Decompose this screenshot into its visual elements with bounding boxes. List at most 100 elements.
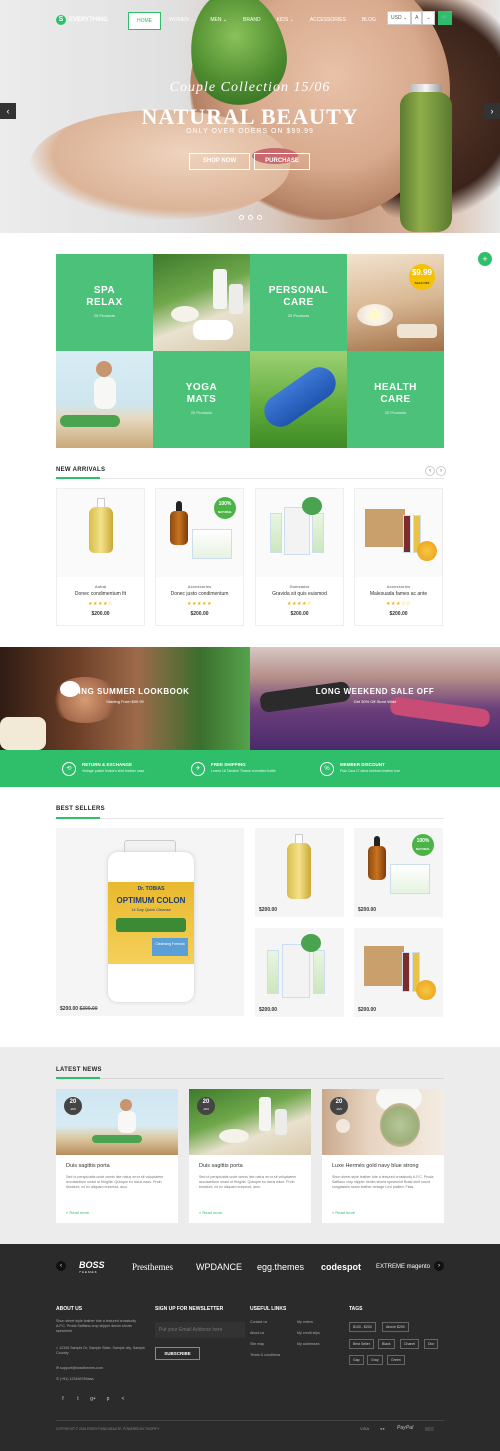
natural-badge: 100% NATURAL xyxy=(412,834,434,856)
nav-item-kids[interactable]: Kids ⌄ xyxy=(269,12,302,30)
lip-balm-image xyxy=(403,515,411,553)
brands-next-icon[interactable]: › xyxy=(434,1261,444,1271)
share-icon[interactable]: < xyxy=(118,1394,128,1404)
footer-email[interactable]: ✉ support@bossthemes.com xyxy=(56,1366,103,1371)
promo-banner-weekend-sale[interactable]: LONG WEEKEND SALE OFF Get 30% Off Store … xyxy=(250,647,500,750)
news-date-badge: 20 JAN xyxy=(64,1097,82,1115)
newsletter-email-input[interactable] xyxy=(155,1322,245,1338)
footer-link-sitemap[interactable]: Site map xyxy=(250,1342,264,1347)
tag[interactable]: Green xyxy=(387,1355,405,1365)
product-name[interactable]: Donec justo condimentum xyxy=(156,591,243,597)
product-name[interactable]: Malesuada fames ac ante xyxy=(355,591,442,597)
footer-about-title: ABOUT US xyxy=(56,1306,83,1312)
language-select[interactable]: A xyxy=(411,11,423,25)
google-plus-icon[interactable]: g+ xyxy=(88,1394,98,1404)
product-image[interactable] xyxy=(256,489,343,577)
yoga-model-head xyxy=(96,361,112,377)
lotion-bottle-image xyxy=(213,269,227,309)
product-name[interactable]: Donec condimentum fit xyxy=(57,591,144,597)
currency-select[interactable]: USD ⌄ xyxy=(387,11,412,25)
site-logo[interactable]: S EVERYTHING xyxy=(56,15,108,25)
brands-prev-icon[interactable]: ‹ xyxy=(56,1261,66,1271)
service-desc: Fido Cara D' dena keetvan leather hoe xyxy=(340,769,401,773)
promo-banner-lookbook[interactable]: SPRING SUMMER LOOKBOOK Starting From $99… xyxy=(0,647,250,750)
tag[interactable]: Gap xyxy=(349,1355,364,1365)
product-card[interactable]: Antrai Donec condimentum fit ★★★★☆ $200.… xyxy=(56,488,145,626)
read-more-link[interactable]: » Read more xyxy=(66,1210,89,1215)
best-seller-item[interactable]: $200.00 xyxy=(255,828,344,917)
flower-image xyxy=(219,1129,249,1143)
nav-item-accessories[interactable]: Accessories xyxy=(302,12,354,30)
tag[interactable]: Gray xyxy=(367,1355,383,1365)
footer-link-contact[interactable]: Contact us xyxy=(250,1320,267,1325)
tag[interactable]: Above $200 xyxy=(382,1322,409,1332)
product-image[interactable]: 100% NATURAL xyxy=(156,489,243,577)
category-yoga-mats[interactable]: YOGA MATS 20 Products xyxy=(153,351,250,448)
product-card[interactable]: Accessories Malesuada fames ac ante ★★★☆… xyxy=(354,488,443,626)
category-personal-care[interactable]: PERSONAL CARE 20 Products xyxy=(250,254,347,351)
category-spa-relax[interactable]: SPA RELAX 20 Products xyxy=(56,254,153,351)
brand-logo-codespot[interactable]: codespot xyxy=(321,1262,361,1272)
slider-prev-arrow-icon[interactable]: ‹ xyxy=(0,103,16,119)
slider-dot[interactable] xyxy=(257,215,262,220)
add-icon[interactable]: + xyxy=(478,252,492,266)
tag[interactable]: $100 - $200 xyxy=(349,1322,376,1332)
category-health-care[interactable]: HEALTH CARE 20 Products xyxy=(347,351,444,448)
product-card[interactable]: Gomeador Gravida sit quis euismod ★★★★☆ … xyxy=(255,488,344,626)
product-name[interactable]: Gravida sit quis euismod xyxy=(256,591,343,597)
footer-link-about[interactable]: About us xyxy=(250,1331,264,1336)
news-card[interactable]: 20 JAN Duis sagittis porta Sed ut perspic… xyxy=(56,1089,178,1223)
slider-next-arrow-icon[interactable]: › xyxy=(484,103,500,119)
carousel-next-icon[interactable]: › xyxy=(436,466,446,476)
pinterest-icon[interactable]: p xyxy=(103,1394,113,1404)
brand-logo-extreme-magento[interactable]: EXTREME magento xyxy=(376,1264,430,1270)
yoga-person-image xyxy=(259,680,351,714)
purchase-button[interactable]: PURCHASE xyxy=(254,153,310,170)
best-seller-item[interactable]: 100% NATURAL $200.00 xyxy=(354,828,443,917)
address-text: 12345 Sample Dr, Sample State, Sample ci… xyxy=(56,1346,145,1355)
tag[interactable]: Black xyxy=(378,1339,395,1349)
slider-dot[interactable] xyxy=(248,215,253,220)
footer-link-terms[interactable]: Terms & conditions xyxy=(250,1353,280,1358)
news-title[interactable]: Duis sagittis porta xyxy=(199,1163,243,1169)
footer-address: ⌂ 12345 Sample Dr, Sample State, Sample … xyxy=(56,1346,150,1356)
best-seller-featured[interactable]: Dr. TOBIAS OPTIMUM COLON 14 Day Quick Cl… xyxy=(56,828,244,1016)
news-title[interactable]: Duis sagittis porta xyxy=(66,1163,110,1169)
read-more-link[interactable]: » Read more xyxy=(199,1210,222,1215)
carousel-prev-icon[interactable]: ‹ xyxy=(425,466,435,476)
footer-link-addresses[interactable]: My addresses xyxy=(297,1342,319,1347)
cart-icon[interactable]: 🛒 xyxy=(437,11,452,25)
brand-logo-presthemes[interactable]: Presthemes xyxy=(132,1262,173,1272)
user-menu[interactable]: ⌄ xyxy=(422,11,435,25)
return-icon: ⟲ xyxy=(62,762,76,776)
news-card[interactable]: 20 JAN Duis sagittis porta Sed ut perspic… xyxy=(189,1089,311,1223)
brand-logo-boss[interactable]: BOSS THEMES xyxy=(79,1260,105,1274)
nav-item-home[interactable]: Home xyxy=(128,12,161,30)
shop-now-button[interactable]: SHOP NOW xyxy=(189,153,250,170)
read-more-link[interactable]: » Read more xyxy=(332,1210,355,1215)
best-seller-item[interactable]: $200.00 xyxy=(255,928,344,1017)
product-image[interactable] xyxy=(355,489,442,577)
tag[interactable]: Best Seller xyxy=(349,1339,374,1349)
nav-item-blog[interactable]: Blog xyxy=(354,12,384,30)
slider-dot[interactable] xyxy=(239,215,244,220)
product-card[interactable]: 100% NATURAL Accessories Donec justo cond… xyxy=(155,488,244,626)
category-title: CARE xyxy=(283,297,314,308)
product-image[interactable] xyxy=(57,489,144,577)
nav-item-brand[interactable]: Brand xyxy=(235,12,269,30)
subscribe-button[interactable]: SUBSCRIBE xyxy=(155,1347,200,1360)
tag[interactable]: Chanel xyxy=(400,1339,420,1349)
news-title[interactable]: Luxe Hermès gold navy blue strong xyxy=(332,1163,419,1169)
news-card[interactable]: 20 JAN Luxe Hermès gold navy blue strong … xyxy=(322,1089,444,1223)
nav-item-men[interactable]: Men ⌄ xyxy=(202,12,235,30)
footer-link-credit-slips[interactable]: My credit slips xyxy=(297,1331,320,1336)
brand-logo-wpdance[interactable]: WPDANCE xyxy=(196,1262,242,1272)
nav-item-women[interactable]: Women ⌄ xyxy=(161,12,202,30)
facebook-icon[interactable]: f xyxy=(58,1394,68,1404)
best-seller-item[interactable]: $200.00 xyxy=(354,928,443,1017)
tag[interactable]: Dior xyxy=(424,1339,439,1349)
footer-link-orders[interactable]: My orders xyxy=(297,1320,313,1325)
brand-logo-eggthemes[interactable]: egg.themes xyxy=(257,1262,304,1272)
read-more-label: Read more xyxy=(69,1210,90,1215)
twitter-icon[interactable]: t xyxy=(73,1394,83,1404)
